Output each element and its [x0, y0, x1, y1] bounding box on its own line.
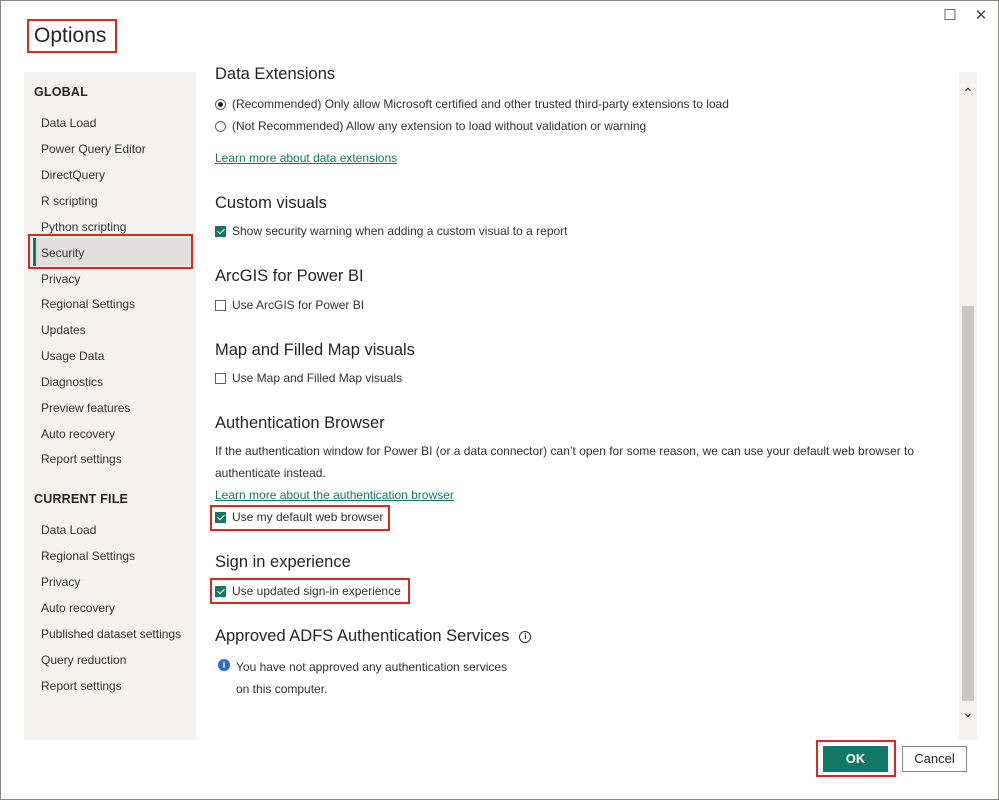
- scroll-down-icon[interactable]: ⌄: [960, 704, 976, 721]
- radio-selected-icon[interactable]: [215, 98, 226, 110]
- radio-unselected-icon[interactable]: [215, 120, 226, 132]
- checkbox-checked-icon[interactable]: [215, 225, 226, 237]
- sidebar-item-preview-features[interactable]: Preview features: [41, 401, 130, 415]
- sidebar-heading-global: GLOBAL: [34, 85, 88, 99]
- auth-browser-description: If the authentication window for Power B…: [215, 444, 915, 480]
- heading-adfs-text: Approved ADFS Authentication Services: [215, 627, 510, 645]
- default-browser-highlight: [210, 505, 390, 531]
- sidebar-item-diagnostics[interactable]: Diagnostics: [41, 375, 103, 389]
- checkbox-custom-visual-label: Show security warning when adding a cust…: [232, 224, 568, 238]
- checkbox-arcgis[interactable]: Use ArcGIS for Power BI: [215, 298, 364, 312]
- sidebar-item-updates[interactable]: Updates: [41, 323, 86, 337]
- checkbox-unchecked-icon[interactable]: [215, 372, 226, 384]
- sidebar-item-directquery[interactable]: DirectQuery: [41, 168, 105, 182]
- sidebar-item-r-scripting[interactable]: R scripting: [41, 194, 98, 208]
- sidebar-item-report-settings[interactable]: Report settings: [41, 452, 122, 466]
- security-highlight: [28, 234, 193, 269]
- maximize-icon[interactable]: ☐: [941, 7, 959, 25]
- radio-not-recommended-label: (Not Recommended) Allow any extension to…: [232, 119, 647, 133]
- sidebar-item-published-dataset-settings[interactable]: Published dataset settings: [41, 627, 181, 641]
- sidebar-item-data-load[interactable]: Data Load: [41, 116, 96, 130]
- close-icon[interactable]: ✕: [972, 7, 990, 25]
- options-dialog: Options ☐ ✕ GLOBAL Data Load Power Query…: [0, 0, 999, 800]
- checkbox-map-label: Use Map and Filled Map visuals: [232, 371, 403, 385]
- dialog-title: Options: [34, 24, 107, 47]
- sidebar-item-file-data-load[interactable]: Data Load: [41, 523, 96, 537]
- sidebar-item-query-reduction[interactable]: Query reduction: [41, 653, 126, 667]
- link-data-extensions[interactable]: Learn more about data extensions: [215, 151, 397, 165]
- sidebar-item-auto-recovery[interactable]: Auto recovery: [41, 427, 115, 441]
- radio-recommended[interactable]: (Recommended) Only allow Microsoft certi…: [215, 97, 729, 111]
- heading-sign-in: Sign in experience: [215, 553, 351, 571]
- sidebar-heading-current-file: CURRENT FILE: [34, 492, 129, 506]
- heading-data-extensions: Data Extensions: [215, 67, 336, 83]
- cancel-button[interactable]: Cancel: [902, 746, 967, 772]
- radio-not-recommended[interactable]: (Not Recommended) Allow any extension to…: [215, 119, 646, 133]
- link-auth-browser[interactable]: Learn more about the authentication brow…: [215, 488, 454, 502]
- info-circle-icon: i: [218, 659, 230, 671]
- sidebar-item-python-scripting[interactable]: Python scripting: [41, 220, 126, 234]
- checkbox-arcgis-label: Use ArcGIS for Power BI: [232, 298, 365, 312]
- heading-auth-browser: Authentication Browser: [215, 414, 385, 432]
- scroll-up-icon[interactable]: ⌃: [960, 85, 976, 102]
- heading-custom-visuals: Custom visuals: [215, 194, 327, 212]
- adfs-message-line1: You have not approved any authentication…: [236, 660, 508, 674]
- heading-arcgis: ArcGIS for Power BI: [215, 267, 364, 285]
- heading-map-visuals: Map and Filled Map visuals: [215, 341, 415, 359]
- sidebar-item-usage-data[interactable]: Usage Data: [41, 349, 104, 363]
- info-icon[interactable]: i: [519, 630, 532, 643]
- adfs-message: You have not approved any authentication…: [236, 656, 956, 700]
- sidebar-item-file-auto-recovery[interactable]: Auto recovery: [41, 601, 115, 615]
- ok-button[interactable]: OK: [823, 746, 888, 772]
- heading-adfs: Approved ADFS Authentication Services i: [215, 627, 532, 646]
- sign-in-highlight: [210, 578, 410, 604]
- sidebar-item-file-regional-settings[interactable]: Regional Settings: [41, 549, 135, 563]
- sidebar-item-file-report-settings[interactable]: Report settings: [41, 679, 122, 693]
- checkbox-custom-visual-warning[interactable]: Show security warning when adding a cust…: [215, 224, 568, 238]
- radio-recommended-label: (Recommended) Only allow Microsoft certi…: [232, 97, 729, 111]
- sidebar-item-privacy[interactable]: Privacy: [41, 272, 80, 286]
- checkbox-unchecked-icon[interactable]: [215, 299, 226, 311]
- sidebar-item-regional-settings[interactable]: Regional Settings: [41, 297, 135, 311]
- settings-content: Data Extensions (Recommended) Only allow…: [201, 67, 959, 737]
- checkbox-map-visuals[interactable]: Use Map and Filled Map visuals: [215, 371, 402, 385]
- sidebar-item-file-privacy[interactable]: Privacy: [41, 575, 80, 589]
- adfs-message-line2: on this computer.: [236, 682, 328, 696]
- sidebar-item-power-query-editor[interactable]: Power Query Editor: [41, 142, 146, 156]
- scrollbar-thumb[interactable]: [962, 306, 974, 701]
